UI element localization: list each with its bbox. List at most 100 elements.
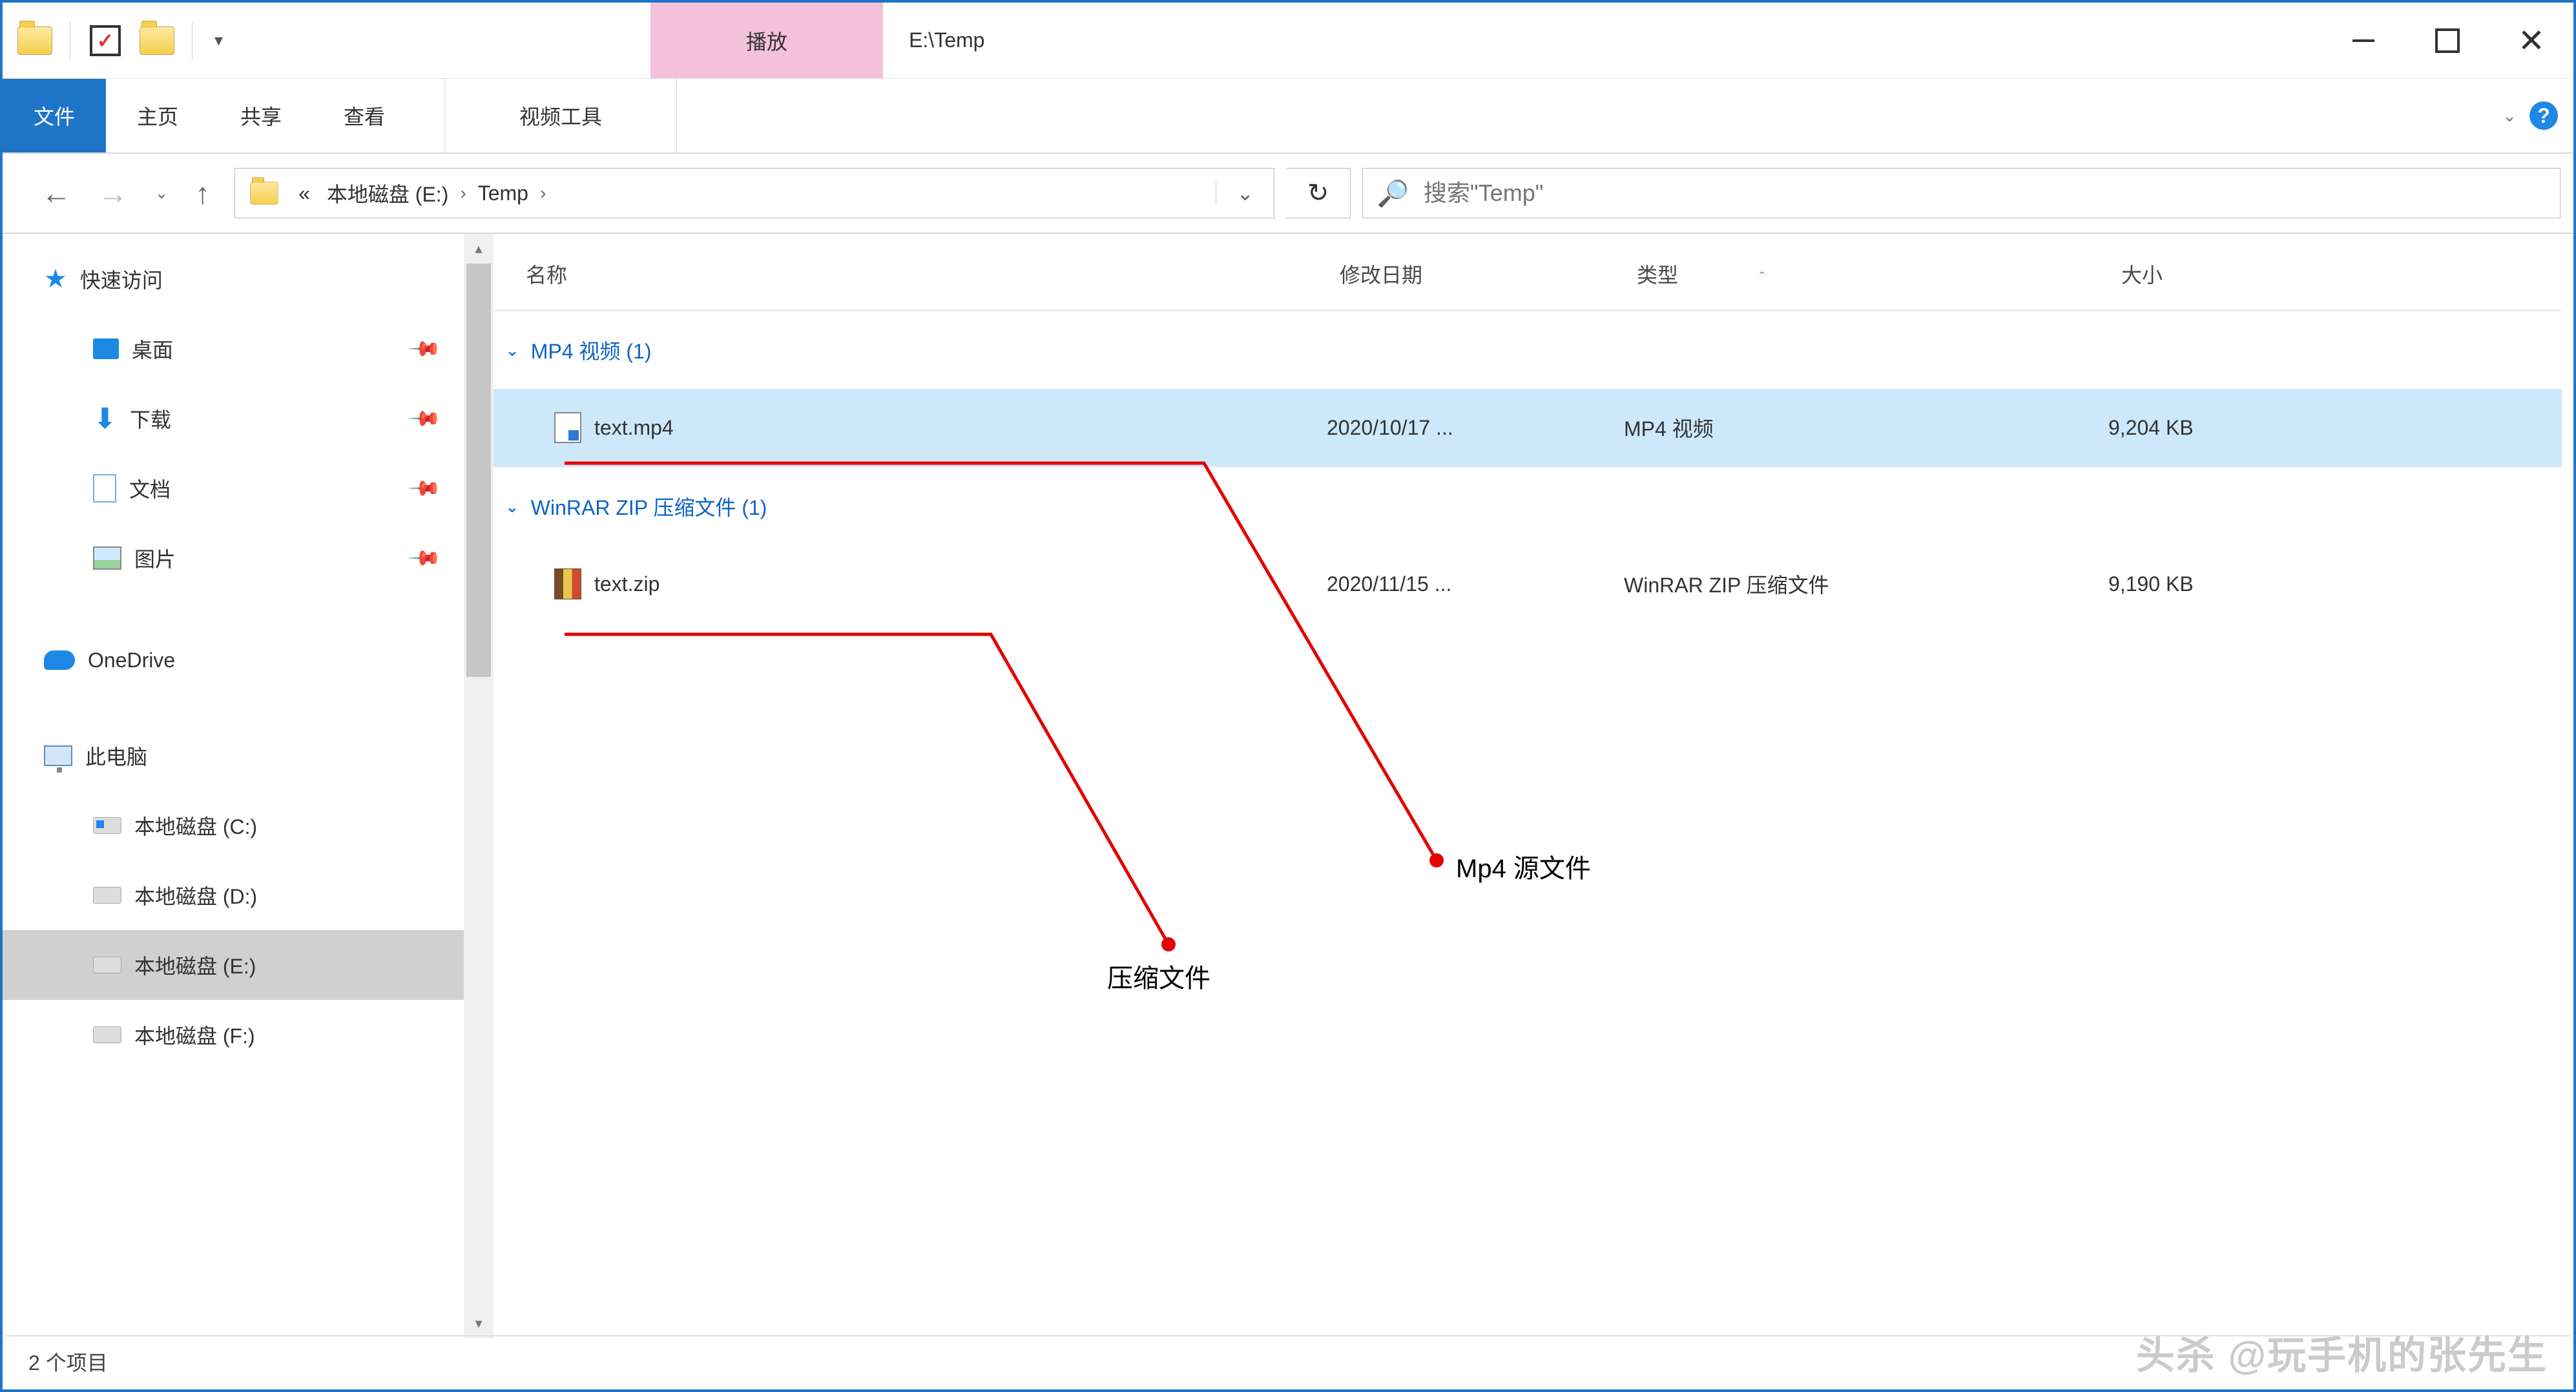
download-icon: ⬇ (93, 402, 117, 435)
sidebar-item-label: 本地磁盘 (C:) (134, 811, 257, 840)
up-button[interactable]: ↑ (195, 176, 210, 211)
pin-icon: 📌 (408, 540, 443, 576)
tab-label: 查看 (344, 101, 385, 130)
navigation-pane: ★ 快速访问 桌面 📌 ⬇ 下载 📌 文档 📌 图片 📌 (3, 234, 493, 1338)
col-size[interactable]: 大小 (2108, 259, 2341, 289)
onedrive-icon (44, 650, 75, 670)
main-area: ★ 快速访问 桌面 📌 ⬇ 下载 📌 文档 📌 图片 📌 (3, 234, 2573, 1338)
group-header[interactable]: ⌄ WinRAR ZIP 压缩文件 (1) (493, 468, 2562, 545)
file-date: 2020/11/15 ... (1327, 572, 1451, 596)
group-mp4: ⌄ MP4 视频 (1) text.mp4 2020/10/17 ... MP4… (493, 310, 2562, 468)
sidebar-item-label: 快速访问 (80, 264, 163, 294)
breadcrumb-segment[interactable]: Temp (473, 182, 534, 205)
group-header-label: WinRAR ZIP 压缩文件 (1) (531, 492, 767, 521)
breadcrumb-lead: « (293, 182, 315, 205)
chevron-right-icon[interactable]: › (540, 183, 546, 203)
ribbon-tabstrip: 文件 主页 共享 查看 视频工具 ⌄ ? (3, 79, 2573, 154)
minimize-button[interactable] (2322, 3, 2405, 78)
nav-buttons: ← → ⌄ ↑ (16, 168, 223, 218)
scroll-down-icon[interactable]: ▾ (464, 1309, 493, 1338)
pin-icon: 📌 (408, 400, 443, 436)
annotation-label-zip: 压缩文件 (1107, 957, 1210, 995)
chevron-right-icon[interactable]: › (460, 183, 466, 203)
window-title-text: E:\Temp (909, 28, 984, 52)
column-label: 类型 (1637, 264, 1678, 287)
sidebar-item-downloads[interactable]: ⬇ 下载 📌 (3, 384, 464, 453)
sidebar-item-drive-f[interactable]: 本地磁盘 (F:) (3, 1000, 464, 1070)
sidebar-item-pictures[interactable]: 图片 📌 (3, 523, 464, 593)
file-type: MP4 视频 (1624, 417, 1714, 441)
file-size: 9,190 KB (2108, 572, 2194, 596)
sidebar-item-label: 图片 (134, 543, 176, 573)
folder-icon (14, 20, 56, 61)
sidebar-item-label: 本地磁盘 (D:) (134, 880, 257, 910)
forward-button[interactable]: → (98, 176, 128, 211)
column-label: 名称 (526, 264, 567, 287)
sidebar-item-drive-e[interactable]: 本地磁盘 (E:) (3, 930, 464, 1000)
maximize-button[interactable] (2405, 3, 2489, 78)
breadcrumb-segment[interactable]: 本地磁盘 (E:) (322, 178, 453, 208)
qat-dropdown-icon[interactable]: ▾ (207, 30, 231, 50)
file-type: WinRAR ZIP 压缩文件 (1624, 574, 1829, 597)
file-name: text.zip (594, 572, 660, 596)
properties-icon[interactable]: ✓ (85, 20, 126, 61)
col-date[interactable]: 修改日期 (1327, 259, 1624, 289)
navigation-bar: ← → ⌄ ↑ « 本地磁盘 (E:) › Temp › ⌄ ↻ 🔍 (3, 154, 2573, 234)
folder-icon (235, 179, 293, 207)
file-row[interactable]: text.mp4 2020/10/17 ... MP4 视频 9,204 KB (493, 389, 2562, 466)
collapse-ribbon-icon[interactable]: ⌄ (2502, 106, 2517, 126)
group-header[interactable]: ⌄ MP4 视频 (1) (493, 311, 2562, 389)
chevron-down-icon: ⌄ (505, 497, 519, 517)
tab-label: 共享 (240, 101, 282, 130)
tab-view[interactable]: 查看 (313, 79, 416, 152)
close-button[interactable]: ✕ (2489, 3, 2573, 78)
file-list-area: 名称 修改日期 类型ˆ 大小 ⌄ MP4 视频 (1) text.mp4 202… (493, 234, 2573, 1338)
sidebar-item-label: OneDrive (88, 649, 175, 672)
help-button[interactable]: ? (2529, 101, 2558, 130)
recent-dropdown-icon[interactable]: ⌄ (155, 184, 168, 203)
pc-icon (44, 745, 72, 766)
tab-share[interactable]: 共享 (209, 79, 313, 152)
sidebar-item-this-pc[interactable]: 此电脑 (3, 721, 464, 791)
window-title: E:\Temp (883, 3, 2322, 78)
scroll-thumb[interactable] (466, 264, 491, 677)
title-bar: ✓ ▾ 播放 E:\Temp ✕ (3, 3, 2573, 79)
file-row[interactable]: text.zip 2020/11/15 ... WinRAR ZIP 压缩文件 … (493, 545, 2562, 623)
breadcrumb: « 本地磁盘 (E:) › Temp › (293, 178, 546, 208)
scroll-up-icon[interactable]: ▴ (464, 234, 493, 264)
tab-file[interactable]: 文件 (3, 79, 106, 152)
search-icon: 🔍 (1377, 178, 1409, 209)
sidebar-item-drive-c[interactable]: 本地磁盘 (C:) (3, 791, 464, 860)
sidebar-item-label: 此电脑 (85, 741, 147, 771)
sidebar-scrollbar[interactable]: ▴ ▾ (464, 234, 493, 1338)
star-icon: ★ (44, 264, 67, 294)
tab-label: 视频工具 (519, 101, 602, 130)
refresh-button[interactable]: ↻ (1286, 168, 1351, 218)
sidebar-item-quick-access[interactable]: ★ 快速访问 (3, 244, 464, 314)
back-button[interactable]: ← (41, 176, 71, 211)
watermark-text: 头杀 @玩手机的张先生 (2136, 1324, 2548, 1380)
tab-label: 主页 (137, 101, 178, 130)
sidebar-item-label: 桌面 (132, 334, 173, 364)
search-input[interactable]: 🔍 (1362, 168, 2560, 218)
zip-file-icon (554, 568, 581, 599)
col-name[interactable]: 名称 (493, 259, 1327, 289)
new-folder-icon[interactable] (136, 20, 178, 61)
address-dropdown-icon[interactable]: ⌄ (1216, 181, 1274, 205)
search-field[interactable] (1424, 180, 2546, 207)
sidebar-item-documents[interactable]: 文档 📌 (3, 453, 464, 523)
tab-home[interactable]: 主页 (106, 79, 209, 152)
tab-video-tools[interactable]: 视频工具 (444, 79, 677, 152)
sidebar-item-desktop[interactable]: 桌面 📌 (3, 314, 464, 384)
sidebar-item-drive-d[interactable]: 本地磁盘 (D:) (3, 860, 464, 930)
disk-icon (93, 1026, 121, 1043)
col-type[interactable]: 类型ˆ (1624, 259, 2108, 289)
picture-icon (93, 546, 121, 570)
contextual-tab-label: 播放 (746, 26, 787, 56)
address-bar[interactable]: « 本地磁盘 (E:) › Temp › ⌄ (234, 168, 1274, 218)
sidebar-item-onedrive[interactable]: OneDrive (3, 625, 464, 695)
column-headers: 名称 修改日期 类型ˆ 大小 (493, 238, 2562, 310)
pin-icon: 📌 (408, 470, 443, 506)
sidebar-item-label: 本地磁盘 (F:) (134, 1020, 255, 1050)
disk-icon (93, 887, 121, 904)
